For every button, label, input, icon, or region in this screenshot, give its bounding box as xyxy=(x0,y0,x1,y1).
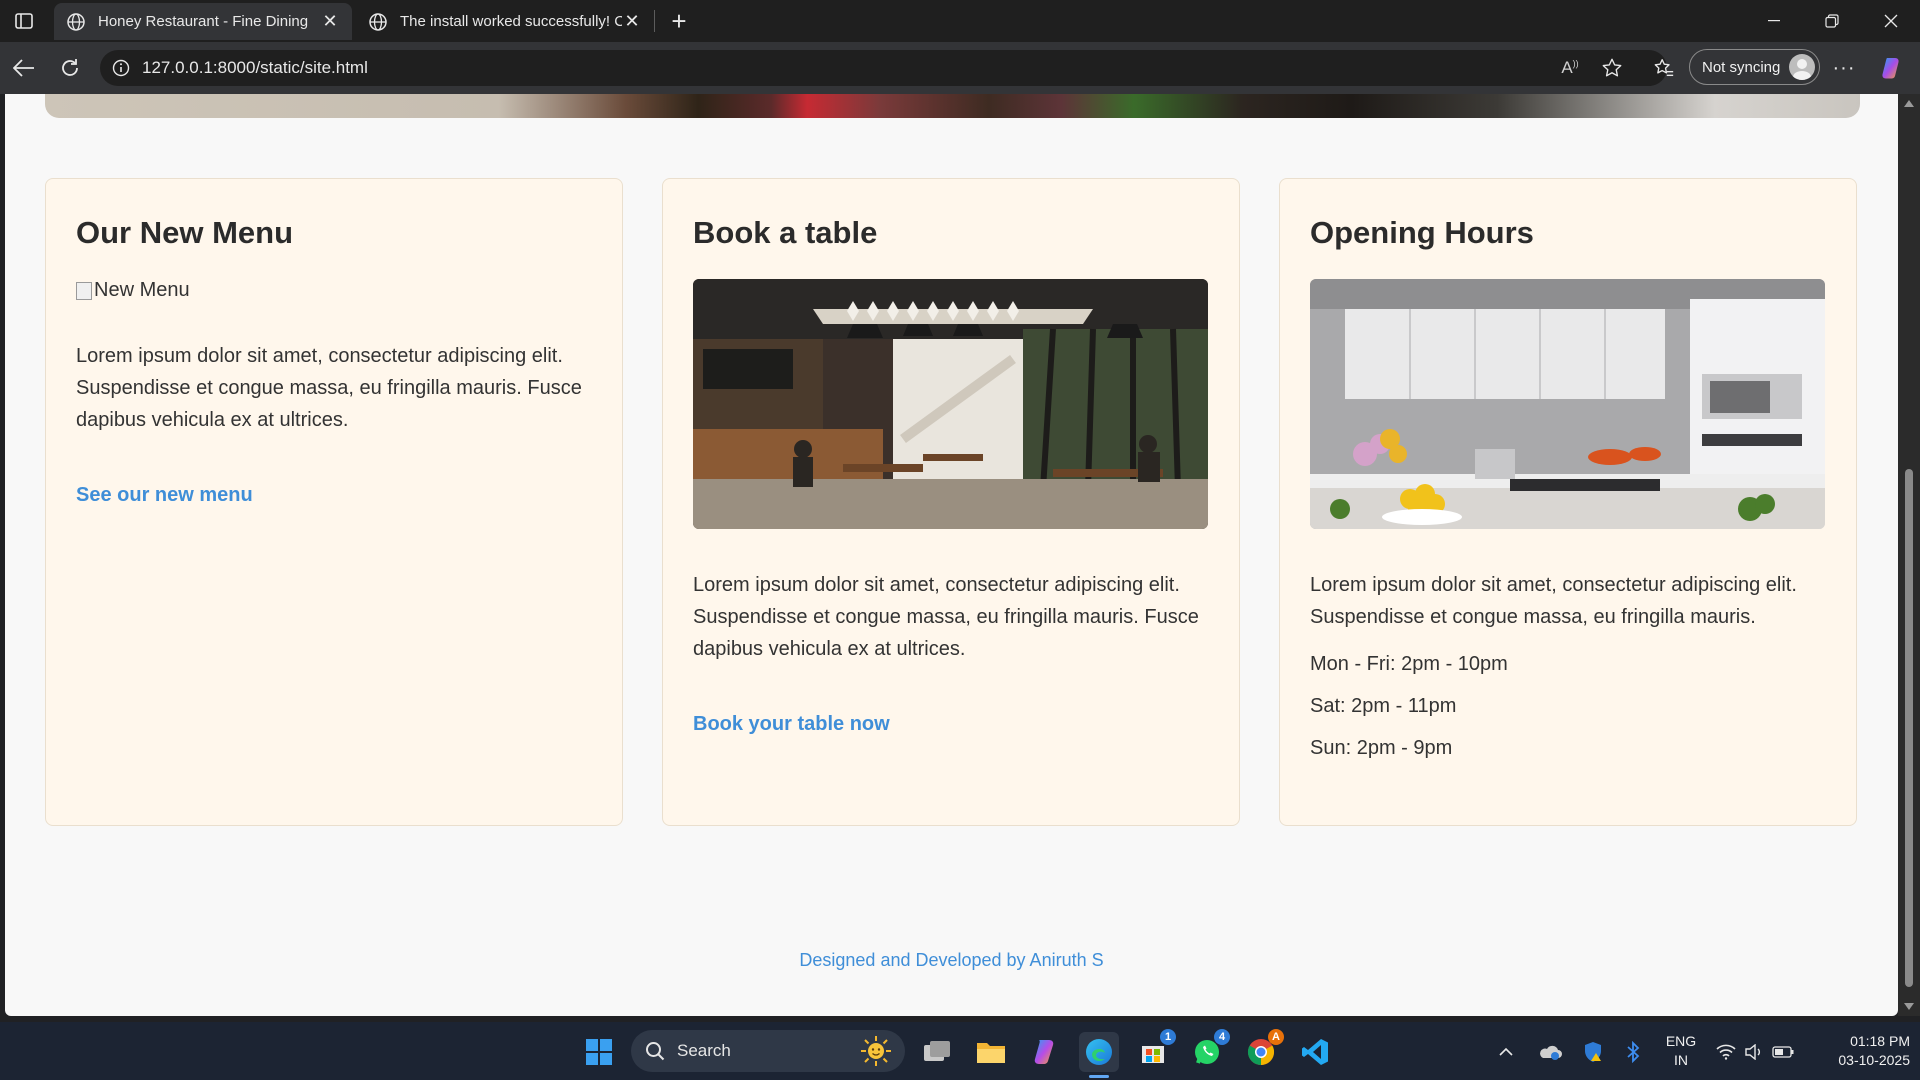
whatsapp-icon[interactable]: 4 xyxy=(1187,1029,1230,1072)
language-indicator[interactable]: ENG IN xyxy=(1656,1032,1706,1070)
hero-image xyxy=(45,94,1860,118)
see-menu-link[interactable]: See our new menu xyxy=(76,484,253,507)
file-explorer-icon[interactable] xyxy=(971,1032,1011,1072)
hours-sunday: Sun: 2pm - 9pm xyxy=(1310,737,1453,759)
region-label: IN xyxy=(1674,1052,1688,1068)
tab-separator xyxy=(654,10,655,32)
site-info-icon[interactable] xyxy=(112,59,130,77)
browser-toolbar: 127.0.0.1:8000/static/site.html A)) Not … xyxy=(0,42,1920,94)
close-tab-icon[interactable]: ✕ xyxy=(320,11,340,32)
card-new-menu: Our New Menu New Menu Lorem ipsum dolor … xyxy=(45,178,623,826)
tab-actions-icon[interactable] xyxy=(10,8,38,34)
hours-weekdays: Mon - Fri: 2pm - 10pm xyxy=(1310,653,1508,675)
task-view-icon[interactable] xyxy=(917,1032,957,1072)
avatar xyxy=(1789,54,1815,80)
edge-taskbar-icon[interactable] xyxy=(1079,1032,1119,1078)
hours-saturday: Sat: 2pm - 11pm xyxy=(1310,695,1457,717)
favorites-icon[interactable] xyxy=(1648,52,1680,84)
chrome-profile-badge: A xyxy=(1268,1029,1284,1045)
card-title: Our New Menu xyxy=(76,215,294,250)
store-icon[interactable]: 1 xyxy=(1133,1029,1176,1072)
tab-install-worked[interactable]: The install worked successfully! Co ✕ xyxy=(356,3,654,40)
globe-icon xyxy=(67,12,85,31)
kitchen-photo xyxy=(1310,279,1825,529)
volume-icon[interactable] xyxy=(1741,1032,1767,1072)
address-bar[interactable]: 127.0.0.1:8000/static/site.html A)) xyxy=(100,50,1667,86)
more-options-icon[interactable]: ··· xyxy=(1828,52,1860,84)
minimize-button[interactable] xyxy=(1745,0,1803,42)
bluetooth-icon[interactable] xyxy=(1619,1032,1647,1072)
read-aloud-icon[interactable]: A)) xyxy=(1558,56,1582,80)
wifi-icon[interactable] xyxy=(1713,1032,1739,1072)
page-scrollbar[interactable] xyxy=(1898,94,1920,1016)
close-tab-icon[interactable]: ✕ xyxy=(622,11,642,32)
refresh-button[interactable] xyxy=(54,52,86,84)
show-hidden-icons-chevron-icon[interactable] xyxy=(1492,1032,1520,1072)
onedrive-icon[interactable] xyxy=(1536,1032,1564,1072)
back-button[interactable] xyxy=(8,52,40,84)
url-text: 127.0.0.1:8000/static/site.html xyxy=(142,58,368,77)
image-alt-text: New Menu xyxy=(94,279,190,301)
card-text: Lorem ipsum dolor sit amet, consectetur … xyxy=(1310,574,1797,628)
card-opening-hours: Opening Hours Lorem ipsum dolor sit amet… xyxy=(1279,178,1857,826)
copilot-app-icon[interactable] xyxy=(1025,1032,1065,1072)
new-tab-button[interactable]: + xyxy=(664,6,694,36)
windows-start-icon[interactable] xyxy=(579,1032,619,1072)
card-text: Lorem ipsum dolor sit amet, consectetur … xyxy=(693,574,1199,660)
card-title: Opening Hours xyxy=(1310,215,1534,250)
page-viewport: Our New Menu New Menu Lorem ipsum dolor … xyxy=(5,94,1898,1016)
battery-icon[interactable] xyxy=(1769,1032,1797,1072)
search-label: Search xyxy=(677,1041,731,1060)
search-icon xyxy=(646,1042,665,1061)
scroll-down-icon[interactable] xyxy=(1904,1003,1914,1010)
browser-tab-bar: Honey Restaurant - Fine Dining ✕ The ins… xyxy=(0,0,1920,42)
favorite-star-icon[interactable] xyxy=(1600,56,1624,80)
chrome-icon[interactable]: A xyxy=(1241,1029,1284,1072)
language-label: ENG xyxy=(1665,1033,1697,1049)
taskbar-search[interactable]: Search xyxy=(631,1030,905,1072)
security-warning-icon[interactable] xyxy=(1579,1032,1607,1072)
book-table-link[interactable]: Book your table now xyxy=(693,713,890,736)
whatsapp-badge: 4 xyxy=(1214,1029,1230,1045)
clock-time: 01:18 PM xyxy=(1850,1033,1910,1049)
card-text: Lorem ipsum dolor sit amet, consectetur … xyxy=(76,345,582,431)
active-indicator xyxy=(1089,1075,1109,1078)
broken-image-icon xyxy=(76,281,92,300)
footer-credit: Designed and Developed by Aniruth S xyxy=(799,950,1104,970)
copilot-icon[interactable] xyxy=(1876,52,1908,84)
tab-title: Honey Restaurant - Fine Dining xyxy=(98,13,309,30)
clock-date: 03-10-2025 xyxy=(1838,1052,1910,1068)
restore-button[interactable] xyxy=(1803,0,1861,42)
profile-sync-button[interactable]: Not syncing xyxy=(1689,49,1820,85)
scroll-up-icon[interactable] xyxy=(1904,100,1914,107)
menu-image-broken: New Menu xyxy=(76,279,592,302)
tab-title: The install worked successfully! Co xyxy=(400,13,622,30)
tab-honey-restaurant[interactable]: Honey Restaurant - Fine Dining ✕ xyxy=(54,3,352,40)
close-window-button[interactable] xyxy=(1862,0,1920,42)
taskbar: Search 1 4 A ENG IN 01:18 PM 03-10-2025 xyxy=(0,1022,1920,1080)
card-book-table: Book a table Lorem ipsum dolor sit amet,… xyxy=(662,178,1240,826)
globe-icon xyxy=(369,12,387,31)
vscode-icon[interactable] xyxy=(1295,1032,1335,1072)
clock[interactable]: 01:18 PM 03-10-2025 xyxy=(1810,1032,1910,1070)
sync-label: Not syncing xyxy=(1702,58,1781,76)
store-badge: 1 xyxy=(1160,1029,1176,1045)
cafe-interior-photo xyxy=(693,279,1208,529)
card-title: Book a table xyxy=(693,215,878,250)
weather-sun-icon xyxy=(861,1036,891,1066)
scroll-thumb[interactable] xyxy=(1905,469,1913,987)
